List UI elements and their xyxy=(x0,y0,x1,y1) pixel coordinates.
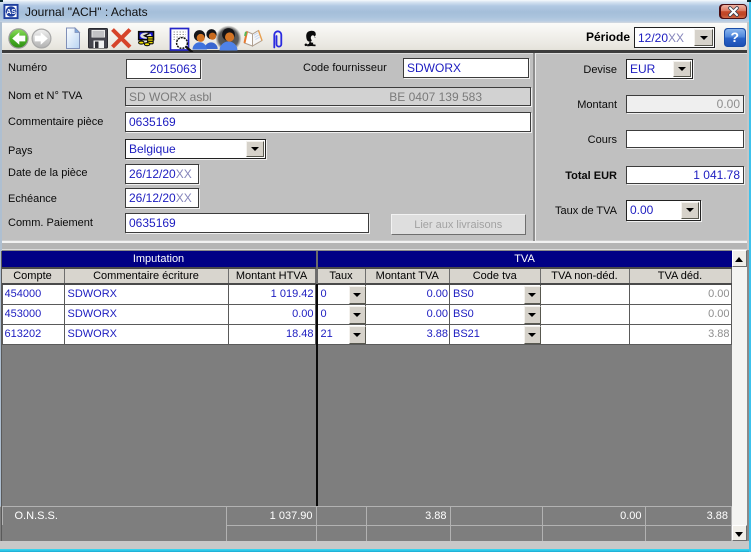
svg-text:AS: AS xyxy=(6,8,16,15)
